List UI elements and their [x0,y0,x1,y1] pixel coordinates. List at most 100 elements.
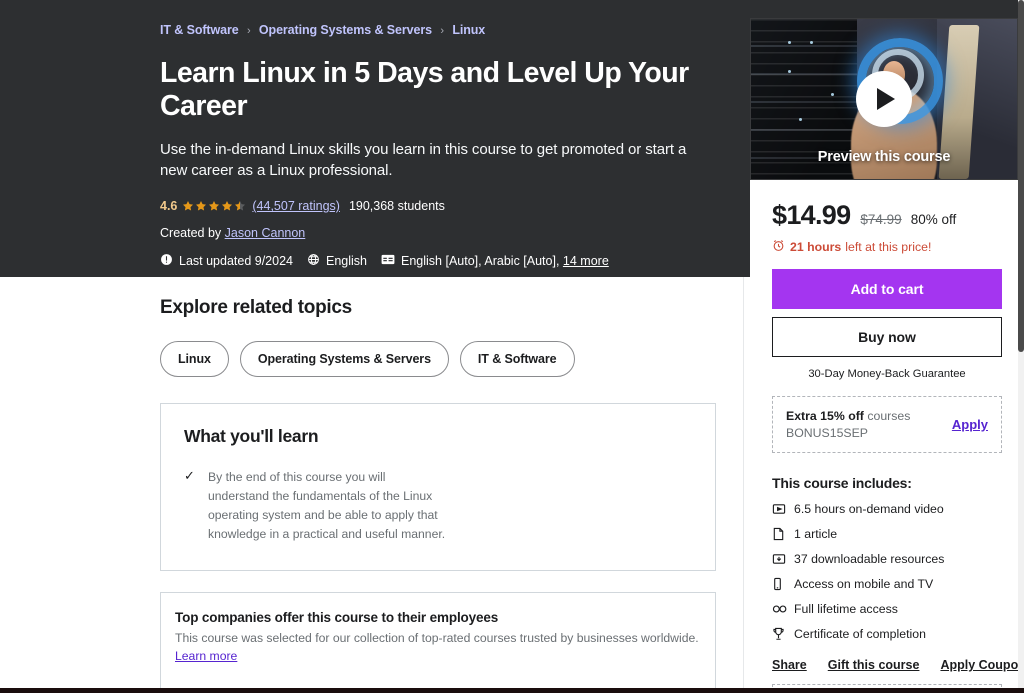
page-scrollbar-thumb[interactable] [1018,0,1024,352]
column-divider [743,277,744,688]
top-companies-subtitle-text: This course was selected for our collect… [175,630,699,645]
buy-now-button[interactable]: Buy now [772,317,1002,357]
top-companies-title: Top companies offer this course to their… [175,609,499,625]
include-item-label: Full lifetime access [794,602,898,616]
breadcrumb: IT & Software › Operating Systems & Serv… [160,23,720,37]
apply-coupon-link[interactable]: Apply [952,417,988,432]
star-full-icon [208,200,220,212]
star-full-icon [221,200,233,212]
what-you-will-learn-card: What you'll learn ✓ By the end of this c… [160,403,716,571]
include-item-downloads: 37 downloadable resources [772,552,1002,566]
preview-course-label: Preview this course [817,149,951,165]
purchase-sidebar: Preview this course $14.99 $74.99 80% of… [750,18,1024,693]
alarm-clock-icon [772,239,790,255]
breadcrumb-item-linux[interactable]: Linux [452,23,485,37]
include-item-lifetime: Full lifetime access [772,602,1002,616]
top-companies-subtitle: This course was selected for our collect… [175,629,701,666]
course-preview-video[interactable]: Preview this course [750,18,1018,180]
trophy-icon [772,627,794,641]
related-topics-chips: Linux Operating Systems & Servers IT & S… [160,341,716,377]
last-updated-meta: Last updated 9/2024 [160,253,293,269]
download-icon [772,552,794,566]
breadcrumb-item-it-software[interactable]: IT & Software [160,23,239,37]
created-by-row: Created by Jason Cannon [160,226,720,240]
students-count: 190,368 students [348,199,445,214]
include-item-mobile: Access on mobile and TV [772,577,1002,591]
include-item-label: 37 downloadable resources [794,552,945,566]
globe-icon [307,253,326,269]
article-icon [772,527,794,541]
coupon-headline-rest: courses [867,409,911,423]
price-row: $14.99 $74.99 80% off [772,200,1002,231]
rating-value: 4.6 [160,199,178,214]
star-half-icon [234,200,246,212]
coupon-headline-bold: Extra 15% off [786,409,864,423]
created-by-label: Created by [160,226,222,241]
check-icon: ✓ [184,468,195,483]
include-item-label: Access on mobile and TV [794,577,934,591]
page-scrollbar-track[interactable] [1018,0,1024,693]
topic-chip-operating-systems[interactable]: Operating Systems & Servers [239,341,449,377]
rating-row: 4.6 (44,507 ratings) 190,368 students [160,199,720,213]
star-rating [182,200,247,212]
breadcrumb-item-operating-systems[interactable]: Operating Systems & Servers [259,23,432,37]
instructor-link[interactable]: Jason Cannon [225,226,306,240]
include-item-label: 6.5 hours on-demand video [794,502,944,516]
closed-captions-icon [381,253,401,269]
mobile-icon [772,577,794,591]
captions-text: English [Auto], Arabic [Auto], [401,254,560,269]
last-updated-text: Last updated 9/2024 [179,254,293,269]
share-link[interactable]: Share [772,658,807,672]
countdown-text: left at this price! [845,240,932,254]
star-full-icon [195,200,207,212]
captions-meta: English [Auto], Arabic [Auto], 14 more [381,253,609,269]
captions-more-link[interactable]: 14 more [563,254,609,268]
breadcrumb-separator-icon: › [440,25,444,37]
learning-objective-item: ✓ By the end of this course you will und… [184,468,692,544]
star-full-icon [182,200,194,212]
coupon-offer-box: Extra 15% off courses BONUS15SEP Apply [772,396,1002,453]
learn-more-link[interactable]: Learn more [175,649,237,663]
course-includes-section: This course includes: 6.5 hours on-deman… [772,475,1002,641]
play-icon[interactable] [856,71,912,127]
money-back-guarantee: 30-Day Money-Back Guarantee [808,368,966,380]
coupon-details: Extra 15% off courses BONUS15SEP [786,409,910,440]
apply-coupon-button-link[interactable]: Apply Coupon [940,658,1024,672]
bottom-edge-strip [0,688,1024,693]
related-topics-heading: Explore related topics [160,297,352,318]
top-companies-card: Top companies offer this course to their… [160,591,716,693]
what-you-will-learn-heading: What you'll learn [184,426,319,446]
purchase-card: $14.99 $74.99 80% off 21 hours left at t… [750,180,1024,693]
course-meta-row: Last updated 9/2024 English English [Aut… [160,253,720,269]
topic-chip-it-software[interactable]: IT & Software [459,341,575,377]
learning-objective-text: By the end of this course you will under… [208,470,446,541]
language-text: English [326,254,367,269]
infinity-icon [772,603,794,615]
video-icon [772,502,794,516]
course-landing-page: IT & Software › Operating Systems & Serv… [0,0,1024,693]
add-to-cart-button[interactable]: Add to cart [772,269,1002,309]
language-meta: English [307,253,367,269]
discount-percent: 80% off [910,212,957,227]
main-content-column: Explore related topics Linux Operating S… [160,297,716,693]
info-circle-icon [160,253,179,269]
coupon-code: BONUS15SEP [786,426,869,440]
include-item-video: 6.5 hours on-demand video [772,502,1002,516]
coupon-headline: Extra 15% off courses [786,409,910,423]
page-title: Learn Linux in 5 Days and Level Up Your … [160,57,689,122]
original-price: $74.99 [860,212,902,227]
ratings-count-link[interactable]: (44,507 ratings) [252,199,340,213]
include-item-label: Certificate of completion [794,627,926,641]
gift-this-course-link[interactable]: Gift this course [828,658,920,672]
include-item-article: 1 article [772,527,1002,541]
course-subtitle: Use the in-demand Linux skills you learn… [160,140,687,179]
sidebar-links-row: Share Gift this course Apply Coupon [772,658,1024,672]
countdown-hours: 21 hours [790,240,842,254]
current-price: $14.99 [772,200,851,230]
topic-chip-linux[interactable]: Linux [160,341,229,377]
course-includes-heading: This course includes: [772,475,912,491]
breadcrumb-separator-icon: › [246,25,251,37]
price-countdown: 21 hours left at this price! [772,239,1002,255]
include-item-label: 1 article [794,527,838,541]
include-item-certificate: Certificate of completion [772,627,1002,641]
